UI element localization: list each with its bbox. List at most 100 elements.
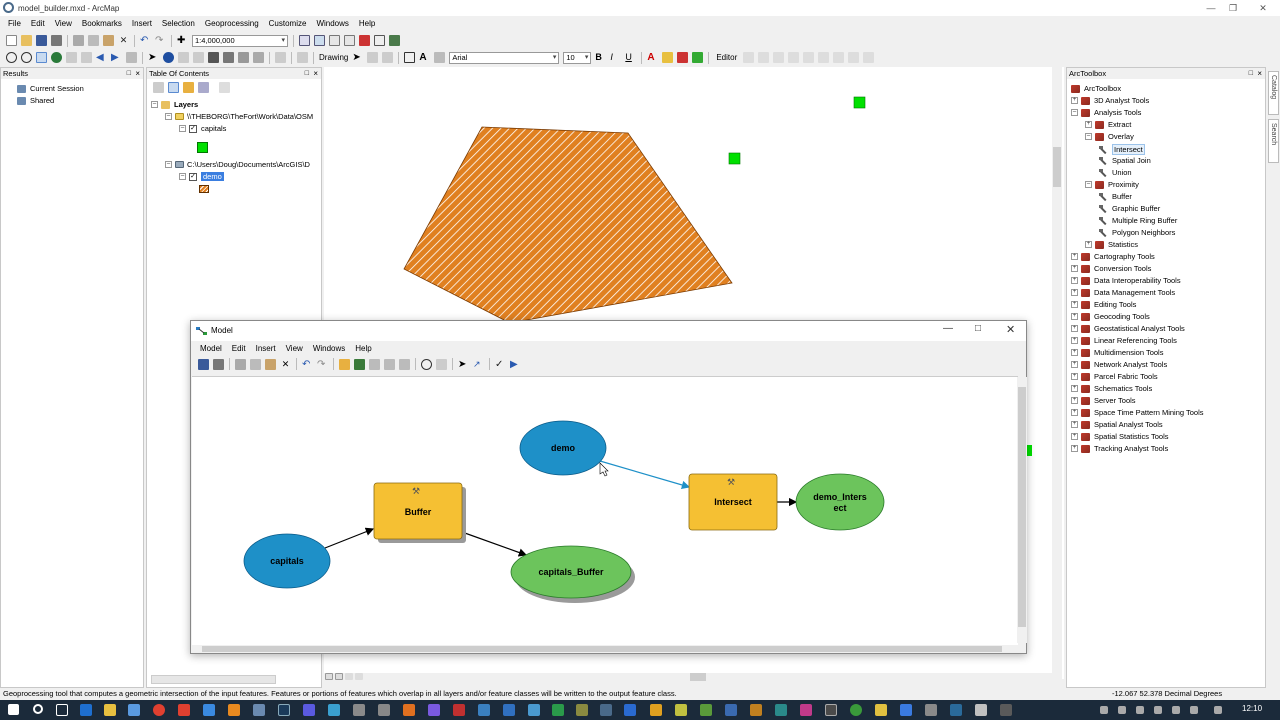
app-icon[interactable] bbox=[428, 704, 440, 716]
expand-icon[interactable]: + bbox=[1071, 265, 1078, 272]
collapse-icon[interactable]: – bbox=[179, 173, 186, 180]
toolbox-item[interactable]: + Spatial Statistics Tools bbox=[1071, 432, 1168, 441]
app-icon[interactable] bbox=[128, 704, 140, 716]
new-icon[interactable] bbox=[6, 35, 17, 46]
app-icon[interactable] bbox=[975, 704, 987, 716]
attributes-icon[interactable] bbox=[833, 52, 845, 63]
app-icon[interactable] bbox=[700, 704, 712, 716]
menu-geoprocessing[interactable]: Geoprocessing bbox=[205, 19, 259, 28]
app-icon[interactable] bbox=[453, 704, 465, 716]
app-icon[interactable] bbox=[328, 704, 340, 716]
copy-icon[interactable] bbox=[250, 358, 261, 370]
search-window-icon[interactable] bbox=[344, 35, 355, 46]
zoom-whole-page-icon[interactable] bbox=[382, 52, 394, 63]
connector-capitals-buffer[interactable] bbox=[324, 527, 375, 549]
toolbox-item[interactable]: Spatial Join bbox=[1099, 156, 1151, 165]
menu-selection[interactable]: Selection bbox=[162, 19, 195, 28]
delete-icon[interactable]: ✕ bbox=[118, 35, 129, 46]
arctoolbox-icon[interactable] bbox=[359, 35, 370, 46]
steam-icon[interactable] bbox=[278, 704, 290, 716]
model-menu-model[interactable]: Model bbox=[200, 344, 222, 353]
collapse-icon[interactable]: – bbox=[1085, 181, 1092, 188]
toolbox-item[interactable]: + Server Tools bbox=[1071, 396, 1136, 405]
layer-visibility-checkbox[interactable]: ✓ bbox=[189, 124, 197, 133]
app-icon[interactable] bbox=[353, 704, 365, 716]
results-shared[interactable]: Shared bbox=[17, 96, 54, 105]
app-icon[interactable] bbox=[775, 704, 787, 716]
layout-view-icon[interactable] bbox=[335, 673, 343, 680]
app-icon[interactable] bbox=[1000, 704, 1012, 716]
app-icon[interactable] bbox=[403, 704, 415, 716]
run-icon[interactable]: ▶ bbox=[510, 359, 521, 370]
close-icon[interactable]: × bbox=[313, 68, 318, 79]
app-icon[interactable] bbox=[900, 704, 912, 716]
start-icon[interactable] bbox=[8, 704, 19, 715]
excel-icon[interactable] bbox=[552, 704, 564, 716]
collapse-icon[interactable]: – bbox=[179, 125, 186, 132]
close-button[interactable]: ✕ bbox=[1240, 0, 1280, 16]
expand-icon[interactable]: + bbox=[1071, 373, 1078, 380]
model-menu-windows[interactable]: Windows bbox=[313, 344, 345, 353]
drawing-menu[interactable]: Drawing bbox=[319, 53, 348, 62]
draw-select-icon[interactable]: ➤ bbox=[352, 52, 363, 63]
task-view-icon[interactable] bbox=[56, 704, 68, 716]
open-icon[interactable] bbox=[21, 35, 32, 46]
menu-insert[interactable]: Insert bbox=[132, 19, 152, 28]
fixed-zoom-out-icon[interactable] bbox=[81, 52, 92, 63]
italic-icon[interactable]: I bbox=[610, 52, 621, 63]
expand-icon[interactable]: + bbox=[1071, 433, 1078, 440]
app-icon[interactable] bbox=[950, 704, 962, 716]
zoom-in-icon[interactable] bbox=[6, 52, 17, 63]
expand-icon[interactable]: + bbox=[1071, 253, 1078, 260]
full-extent-icon[interactable] bbox=[51, 52, 62, 63]
demo-polygon[interactable] bbox=[403, 126, 733, 324]
model-minimize-button[interactable]: — bbox=[943, 323, 953, 334]
menu-file[interactable]: File bbox=[8, 19, 21, 28]
list-by-source-icon[interactable] bbox=[168, 82, 179, 93]
toc-group-osm[interactable]: – \\THEBORG\TheFort\Work\Data\OSM bbox=[165, 112, 313, 121]
collapse-icon[interactable]: – bbox=[151, 101, 158, 108]
validate-icon[interactable]: ✓ bbox=[495, 359, 506, 370]
rectangle-icon[interactable] bbox=[404, 52, 416, 63]
app-icon[interactable] bbox=[800, 704, 812, 716]
volume-icon[interactable] bbox=[1172, 706, 1180, 714]
tray-icon[interactable] bbox=[1100, 706, 1108, 714]
chrome-icon[interactable] bbox=[153, 704, 165, 716]
toolbox-item[interactable]: + Cartography Tools bbox=[1071, 252, 1155, 261]
forward-extent-icon[interactable]: ▶ bbox=[111, 52, 122, 63]
menu-edit[interactable]: Edit bbox=[31, 19, 45, 28]
editor-toolbar-icon[interactable] bbox=[299, 35, 310, 46]
select-elements-icon[interactable]: ➤ bbox=[148, 52, 159, 63]
edit-tool-icon[interactable] bbox=[743, 52, 755, 63]
results-current-session[interactable]: Current Session bbox=[17, 84, 84, 93]
list-by-visibility-icon[interactable] bbox=[183, 82, 194, 93]
model-menu-insert[interactable]: Insert bbox=[256, 344, 276, 353]
app-icon[interactable] bbox=[503, 704, 515, 716]
app-icon[interactable] bbox=[850, 704, 862, 716]
demo-symbol[interactable] bbox=[199, 185, 209, 193]
model-close-button[interactable]: ✕ bbox=[1006, 323, 1015, 336]
toolbox-item[interactable]: + Data Interoperability Tools bbox=[1071, 276, 1181, 285]
map-vertical-scrollbar[interactable] bbox=[1052, 67, 1062, 679]
pause-drawing-icon[interactable] bbox=[355, 673, 363, 680]
app-icon[interactable] bbox=[203, 704, 215, 716]
collapse-icon[interactable]: – bbox=[165, 113, 172, 120]
expand-icon[interactable]: + bbox=[1071, 409, 1078, 416]
toc-group-arcgis[interactable]: – C:\Users\Doug\Documents\ArcGIS\D bbox=[165, 160, 310, 169]
go-to-xy-icon[interactable] bbox=[238, 52, 249, 63]
refresh-icon[interactable] bbox=[345, 673, 353, 680]
tray-icon[interactable] bbox=[1118, 706, 1126, 714]
create-features-icon[interactable] bbox=[863, 52, 875, 63]
toolbox-item[interactable]: + Parcel Fabric Tools bbox=[1071, 372, 1158, 381]
fixed-zoom-out-icon[interactable] bbox=[399, 358, 410, 370]
toolbox-item[interactable]: Polygon Neighbors bbox=[1099, 228, 1175, 237]
modelbuilder-icon[interactable] bbox=[389, 35, 400, 46]
search-icon[interactable] bbox=[33, 704, 43, 714]
toc-window-icon[interactable] bbox=[314, 35, 325, 46]
toolbox-item[interactable]: Graphic Buffer bbox=[1099, 204, 1160, 213]
scroll-thumb[interactable] bbox=[1053, 147, 1061, 187]
toolbox-item[interactable]: + Conversion Tools bbox=[1071, 264, 1151, 273]
app-icon[interactable] bbox=[478, 704, 490, 716]
model-menu-edit[interactable]: Edit bbox=[232, 344, 246, 353]
editor-menu[interactable]: Editor bbox=[716, 53, 737, 62]
